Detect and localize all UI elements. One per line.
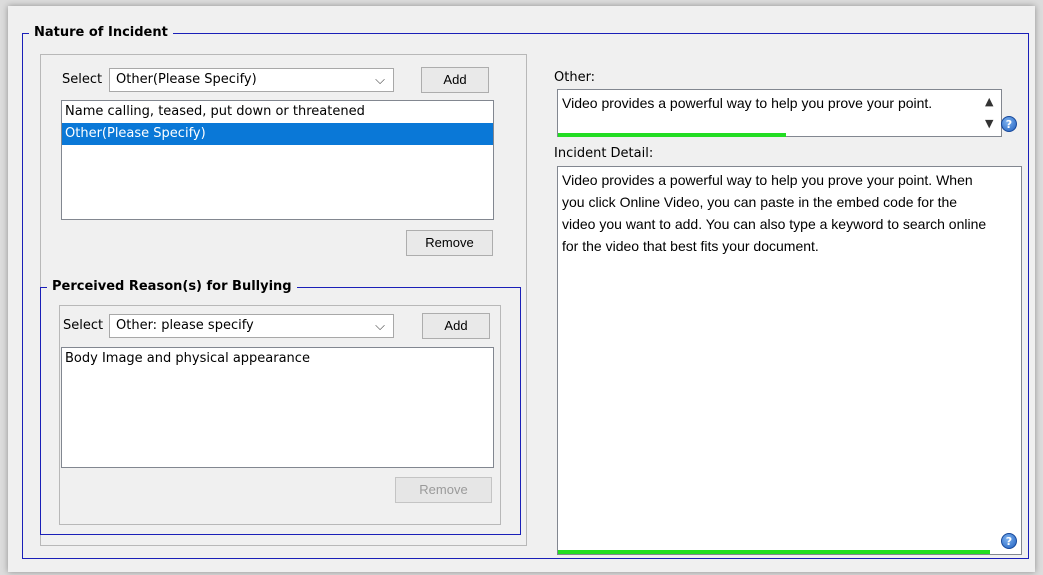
other-help-icon[interactable]: ? (1001, 116, 1017, 132)
reason-select-label: Select (63, 318, 104, 333)
incident-detail-textbox[interactable]: Video provides a powerful way to help yo… (557, 166, 1022, 555)
other-value: Video provides a powerful way to help yo… (562, 95, 933, 111)
incident-detail-value: Video provides a powerful way to help yo… (562, 172, 987, 254)
other-progress-bar (558, 133, 786, 137)
nature-select-dropdown[interactable]: Other(Please Specify) ⌵ (109, 68, 394, 92)
list-item[interactable]: Name calling, teased, put down or threat… (62, 101, 493, 123)
nature-add-button[interactable]: Add (421, 67, 489, 93)
reasons-inner-panel: Select Other: please specify ⌵ Add Body … (59, 305, 501, 525)
scroll-up-icon[interactable]: ▲ (985, 96, 993, 108)
reason-remove-button[interactable]: Remove (395, 477, 492, 503)
chevron-down-icon: ⌵ (375, 318, 385, 334)
reason-add-button[interactable]: Add (422, 313, 490, 339)
nature-of-incident-title: Nature of Incident (29, 25, 173, 41)
chevron-down-icon: ⌵ (375, 72, 385, 88)
nature-remove-button[interactable]: Remove (406, 230, 493, 256)
incident-detail-label: Incident Detail: (554, 146, 654, 161)
nature-left-panel: Select Other(Please Specify) ⌵ Add Name … (40, 54, 527, 546)
perceived-reasons-title: Perceived Reason(s) for Bullying (47, 279, 297, 295)
perceived-reasons-group: Perceived Reason(s) for Bullying Select … (40, 279, 521, 535)
other-textbox[interactable]: Video provides a powerful way to help yo… (557, 89, 1002, 137)
scroll-down-icon[interactable]: ▼ (985, 118, 993, 130)
nature-listbox[interactable]: Name calling, teased, put down or threat… (61, 100, 494, 220)
list-item[interactable]: Body Image and physical appearance (62, 348, 493, 370)
window: Nature of Incident Select Other(Please S… (8, 6, 1035, 572)
incident-detail-progress-bar (558, 550, 990, 554)
reason-listbox[interactable]: Body Image and physical appearance (61, 347, 494, 468)
nature-of-incident-group: Nature of Incident Select Other(Please S… (22, 25, 1029, 559)
nature-select-label: Select (62, 72, 103, 87)
incident-detail-help-icon[interactable]: ? (1001, 533, 1017, 549)
reason-select-value: Other: please specify (116, 318, 254, 333)
other-label: Other: (554, 70, 596, 85)
reason-select-dropdown[interactable]: Other: please specify ⌵ (109, 314, 394, 338)
list-item[interactable]: Other(Please Specify) (62, 123, 493, 145)
nature-select-value: Other(Please Specify) (116, 72, 257, 87)
